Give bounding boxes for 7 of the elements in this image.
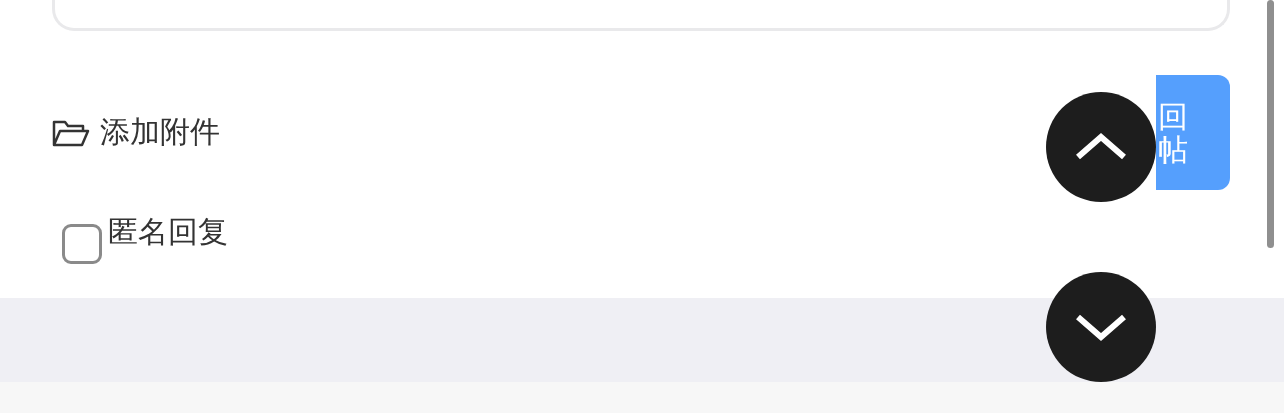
scrollbar[interactable]	[1267, 0, 1274, 248]
add-attachment-button[interactable]: 添加附件	[52, 112, 220, 153]
chevron-up-icon	[1074, 133, 1128, 161]
anonymous-reply-checkbox[interactable]: 匿名回复	[62, 212, 1230, 264]
checkbox-label: 匿名回复	[108, 213, 228, 251]
chevron-down-icon	[1074, 313, 1128, 341]
checkbox[interactable]	[62, 224, 102, 264]
